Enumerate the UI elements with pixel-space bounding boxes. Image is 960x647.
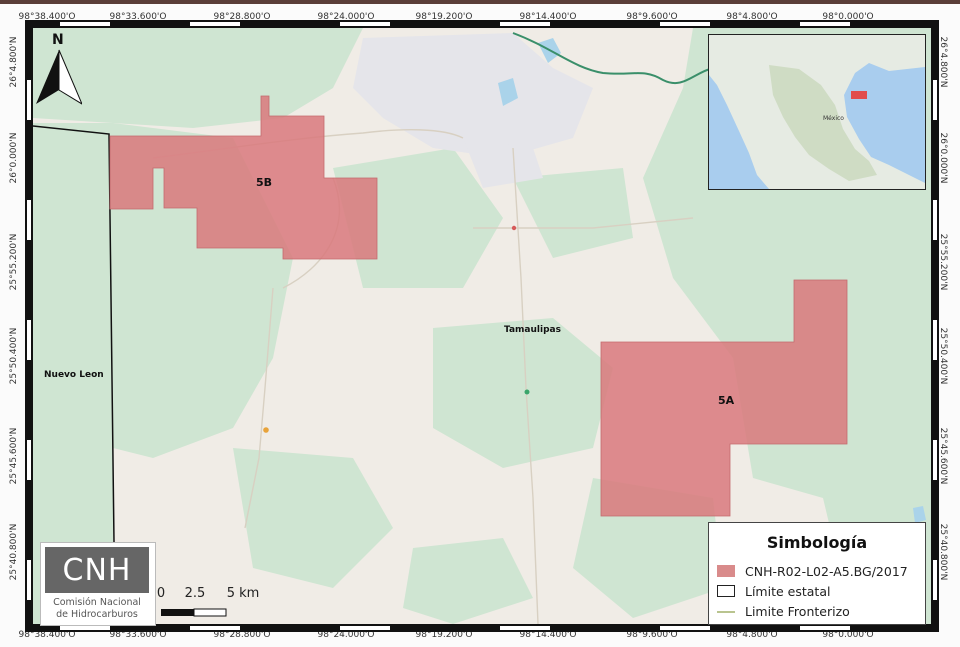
north-arrow: N [36, 32, 84, 106]
legend-swatch-line [717, 610, 735, 613]
legend-item-border-limit: Limite Fronterizo [717, 603, 850, 619]
poi-marker [511, 225, 517, 231]
legend-item-state-limit: Límite estatal [717, 583, 830, 599]
legend: Simbología CNH-R02-L02-A5.BG/2017 Límite… [708, 522, 926, 625]
label-block-5a: 5A [718, 394, 735, 407]
legend-swatch-fill [717, 565, 735, 577]
legend-swatch-outline [717, 585, 735, 597]
logo-mark: CNH [45, 547, 149, 593]
poi-marker [524, 389, 530, 395]
inset-country-label: México [823, 115, 844, 122]
label-tamaulipas: Tamaulipas [504, 325, 561, 335]
inset-map-graphic [709, 35, 925, 189]
scale-label: 2.5 [184, 586, 206, 601]
scale-label: 0 [156, 586, 166, 601]
cnh-logo: CNH Comisión Nacional de Hidrocarburos [40, 542, 156, 626]
logo-subtitle: Comisión Nacional de Hidrocarburos [45, 597, 149, 621]
legend-label: CNH-R02-L02-A5.BG/2017 [745, 563, 908, 579]
scale-label: 5 km [226, 586, 260, 601]
legend-label: Límite estatal [745, 583, 831, 599]
poi-marker [263, 427, 269, 433]
label-nuevo-leon: Nuevo Leon [44, 370, 104, 380]
logo-line-1: Comisión Nacional [53, 597, 141, 608]
legend-title: Simbología [766, 533, 868, 552]
logo-line-2: de Hidrocarburos [56, 609, 138, 620]
label-block-5b: 5B [256, 176, 273, 189]
scale-bar: 0 2.5 5 km [156, 586, 278, 622]
scale-bar-graphic [161, 608, 227, 617]
legend-label: Limite Fronterizo [745, 603, 850, 619]
inset-locator-map[interactable]: México [708, 34, 926, 190]
inset-location-marker [851, 91, 867, 99]
map-page: 98°38.400'O 98°33.600'O 98°28.800'O 98°2… [0, 0, 960, 647]
legend-item-blocks: CNH-R02-L02-A5.BG/2017 [717, 563, 908, 579]
north-label: N [52, 32, 64, 48]
